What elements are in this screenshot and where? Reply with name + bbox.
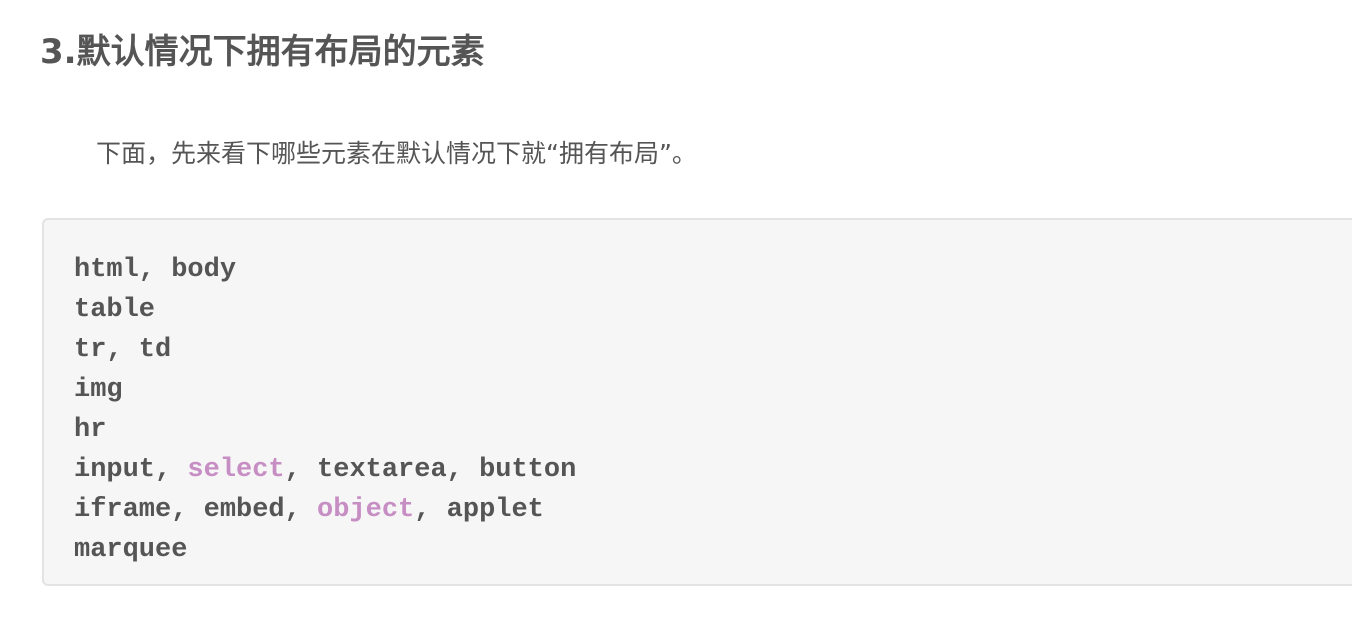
code-text: , applet: [414, 495, 544, 525]
code-line-1: html, body: [74, 255, 237, 285]
code-line-5: hr: [74, 415, 107, 445]
section-heading: 3.默认情况下拥有布局的元素: [40, 32, 485, 72]
code-line-3: tr, td: [74, 335, 172, 365]
code-keyword: object: [317, 495, 415, 525]
code-line-6: input, select, textarea, button: [74, 450, 1330, 490]
code-block: html, body table tr, td img hr input, se…: [42, 218, 1352, 586]
code-text: , textarea, button: [284, 455, 577, 485]
code-text: input,: [74, 455, 188, 485]
code-keyword: select: [187, 455, 285, 485]
code-line-4: img: [74, 375, 123, 405]
code-text: iframe, embed,: [74, 495, 318, 525]
code-line-2: table: [74, 295, 156, 325]
intro-paragraph: 下面，先来看下哪些元素在默认情况下就“拥有布局”。: [96, 139, 697, 168]
code-line-7: iframe, embed, object, applet: [74, 490, 1330, 530]
code-line-8: marquee: [74, 535, 188, 565]
